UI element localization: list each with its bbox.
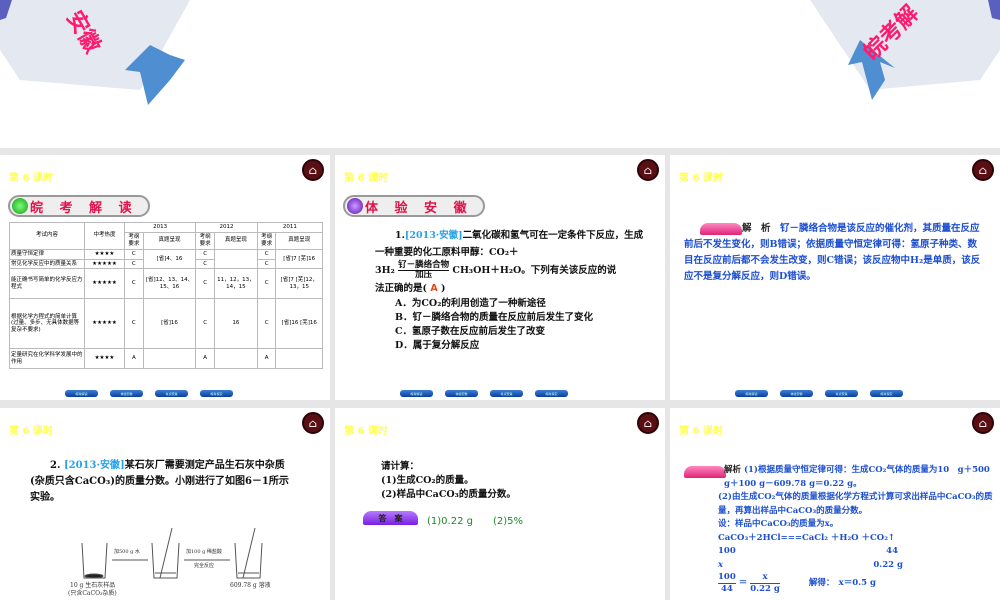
section-title: 体 验 安 徽 <box>343 195 485 217</box>
nav-button[interactable]: 体验安徽 <box>445 390 478 397</box>
option: B．钌－膦络合物的质量在反应前后发生了变化 <box>395 312 594 323</box>
svg-text:609.78 g 溶液: 609.78 g 溶液 <box>230 581 271 589</box>
option: A．为CO₂的利用创造了一种新途径 <box>395 298 546 309</box>
answer-label: 答 案 <box>363 511 418 525</box>
nav-buttons: 皖考解读 体验安徽 考点聚焦 皖考探究 <box>65 390 233 397</box>
lesson-header: 第 6 课时 <box>9 426 53 437</box>
question-2: 2. [2013·安徽]某石灰厂需要测定产品生石灰中杂质(杂质只含CaCO₃)的… <box>30 460 289 503</box>
svg-text:(只含CaCO₃杂质): (只含CaCO₃杂质) <box>68 589 117 597</box>
slide-thumbnail-1[interactable]: 第 6 课时 ⌂ 皖 考 解 读 考试内容 中考热度 2013 2012 2011 考纲… <box>0 155 330 400</box>
table-row: 能正确书写简单的化学反应方程式 ★★★★★ C [省]12、13、14、15、16 C 1… <box>9 268 323 300</box>
home-icon[interactable]: ⌂ <box>637 159 659 181</box>
option: C．氢原子数在反应前后发生了改变 <box>395 326 546 337</box>
home-icon[interactable]: ⌂ <box>302 412 324 434</box>
lesson-header: 第 6 课时 <box>344 426 388 437</box>
calc-questions: 请计算： (1)生成CO₂的质量。 (2)样品中CaCO₃的质量分数。 <box>381 461 516 500</box>
left-corner-decoration: 安徽 <box>0 0 190 105</box>
section-title: 皖 考 解 读 <box>8 195 150 217</box>
lesson-header: 第 6 课时 <box>679 173 723 184</box>
table-row: 根据化学方程式的简单计算(过量、多步、无具体数据等复杂不要求) ★★★★★ C [省]… <box>9 298 323 350</box>
slide-thumbnail-2[interactable]: 第 6 课时 ⌂ 体 验 安 徽 1.[2013·安徽]二氧化碳和氢气可在一定条… <box>335 155 665 400</box>
solution-text: 解析 (1)根据质量守恒定律可得：生成CO₂气体的质量为10 g＋500 g＋1… <box>718 465 993 594</box>
svg-text:加500 g 水: 加500 g 水 <box>114 548 140 555</box>
nav-button[interactable]: 皖考解读 <box>400 390 433 397</box>
nav-buttons: 皖考解读 体验安徽 考点聚焦 皖考探究 <box>400 390 568 397</box>
table-row: 质量守恒定律 ★★★★ C [省]4、16 C C [省]7 [芜]16 <box>9 248 323 270</box>
nav-button[interactable]: 皖考探究 <box>200 390 233 397</box>
slide-thumbnail-4[interactable]: 第 6 课时 ⌂ 2. [2013·安徽]某石灰厂需要测定产品生石灰中杂质(杂质… <box>0 408 330 600</box>
home-icon[interactable]: ⌂ <box>302 159 324 181</box>
nav-button[interactable]: 考点聚焦 <box>825 390 858 397</box>
analysis-ribbon <box>700 222 742 235</box>
nav-button[interactable]: 皖考探究 <box>535 390 568 397</box>
experiment-figure: 加500 g 水 加100 g 稀盐酸 完全反应 10 g 生石灰样品 (只含C… <box>68 527 271 597</box>
nav-buttons: 皖考解读 体验安徽 考点聚焦 皖考探究 <box>735 390 903 397</box>
svg-text:10 g 生石灰样品: 10 g 生石灰样品 <box>70 581 115 589</box>
right-corner-decoration: 皖考解 <box>810 0 1000 100</box>
svg-text:加100 g 稀盐酸: 加100 g 稀盐酸 <box>186 548 222 555</box>
table-row: 定量研究在化学科学发展中的作用 ★★★★ A A A <box>9 348 323 370</box>
option: D．属于复分解反应 <box>395 340 480 351</box>
lesson-header: 第 6 课时 <box>344 173 388 184</box>
lesson-header: 第 6 课时 <box>679 426 723 437</box>
nav-button[interactable]: 考点聚焦 <box>155 390 188 397</box>
slide-thumbnail-3[interactable]: 第 6 课时 ⌂ 解 析 钌－膦络合物是该反应的催化剂，其质量在反应前后不发生变… <box>670 155 1000 400</box>
nav-button[interactable]: 皖考解读 <box>735 390 768 397</box>
nav-button[interactable]: 皖考解读 <box>65 390 98 397</box>
nav-button[interactable]: 考点聚焦 <box>490 390 523 397</box>
home-icon[interactable]: ⌂ <box>972 159 994 181</box>
exam-table: 考试内容 中考热度 2013 2012 2011 考纲要求 真题呈现 考纲要求 真题呈现 考纲要… <box>9 222 324 370</box>
lesson-header: 第 6 课时 <box>9 173 53 184</box>
nav-button[interactable]: 体验安徽 <box>110 390 143 397</box>
answer-text: (1)0.22 g (2)5% <box>427 516 523 527</box>
previous-slide-row: 安徽 皖考解 <box>0 0 1000 148</box>
nav-button[interactable]: 体验安徽 <box>780 390 813 397</box>
analysis-text: 解 析 钌－膦络合物是该反应的催化剂，其质量在反应前后不发生变化，则B错误；依据… <box>684 222 981 282</box>
slide-thumbnail-6[interactable]: 第 6 课时 ⌂ 解析 (1)根据质量守恒定律可得：生成CO₂气体的质量为10 … <box>670 408 1000 600</box>
slide-thumbnail-5[interactable]: 第 6 课时 ⌂ 请计算： (1)生成CO₂的质量。 (2)样品中CaCO₃的质量分… <box>335 408 665 600</box>
nav-button[interactable]: 皖考探究 <box>870 390 903 397</box>
home-icon[interactable]: ⌂ <box>637 412 659 434</box>
home-icon[interactable]: ⌂ <box>972 412 994 434</box>
question-1: 1.[2013·安徽]二氧化碳和氢气可在一定条件下反应，生成一种重要的化工原料甲… <box>375 230 644 351</box>
svg-text:完全反应: 完全反应 <box>194 562 214 569</box>
